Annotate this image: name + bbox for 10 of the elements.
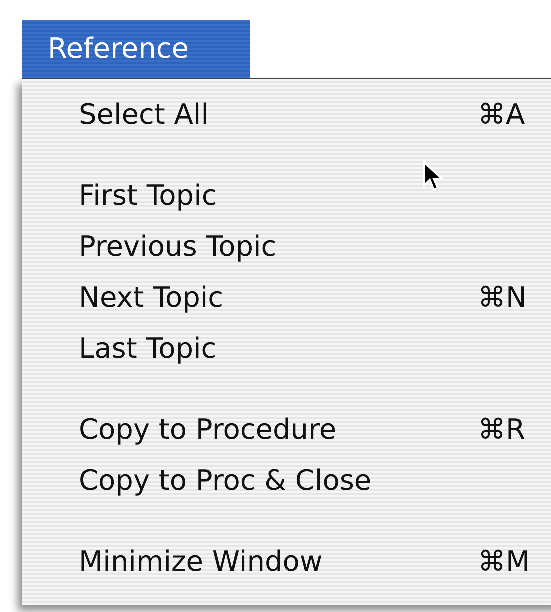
pointer-cursor-icon [422,160,444,194]
menu-item[interactable]: Next Topic ⌘N [22,272,551,323]
menu-item[interactable]: First Topic [22,170,551,221]
menu-title[interactable]: Reference [22,20,250,78]
menu-item[interactable]: Select All ⌘A [22,89,551,140]
menu-item[interactable]: Copy to Proc & Close [22,455,551,506]
menu-item[interactable]: Previous Topic [22,221,551,272]
menu-item[interactable]: Copy to Procedure ⌘R [22,404,551,455]
menu-item[interactable]: Last Topic [22,323,551,374]
menu-item[interactable]: Minimize Window ⌘M [22,536,551,587]
